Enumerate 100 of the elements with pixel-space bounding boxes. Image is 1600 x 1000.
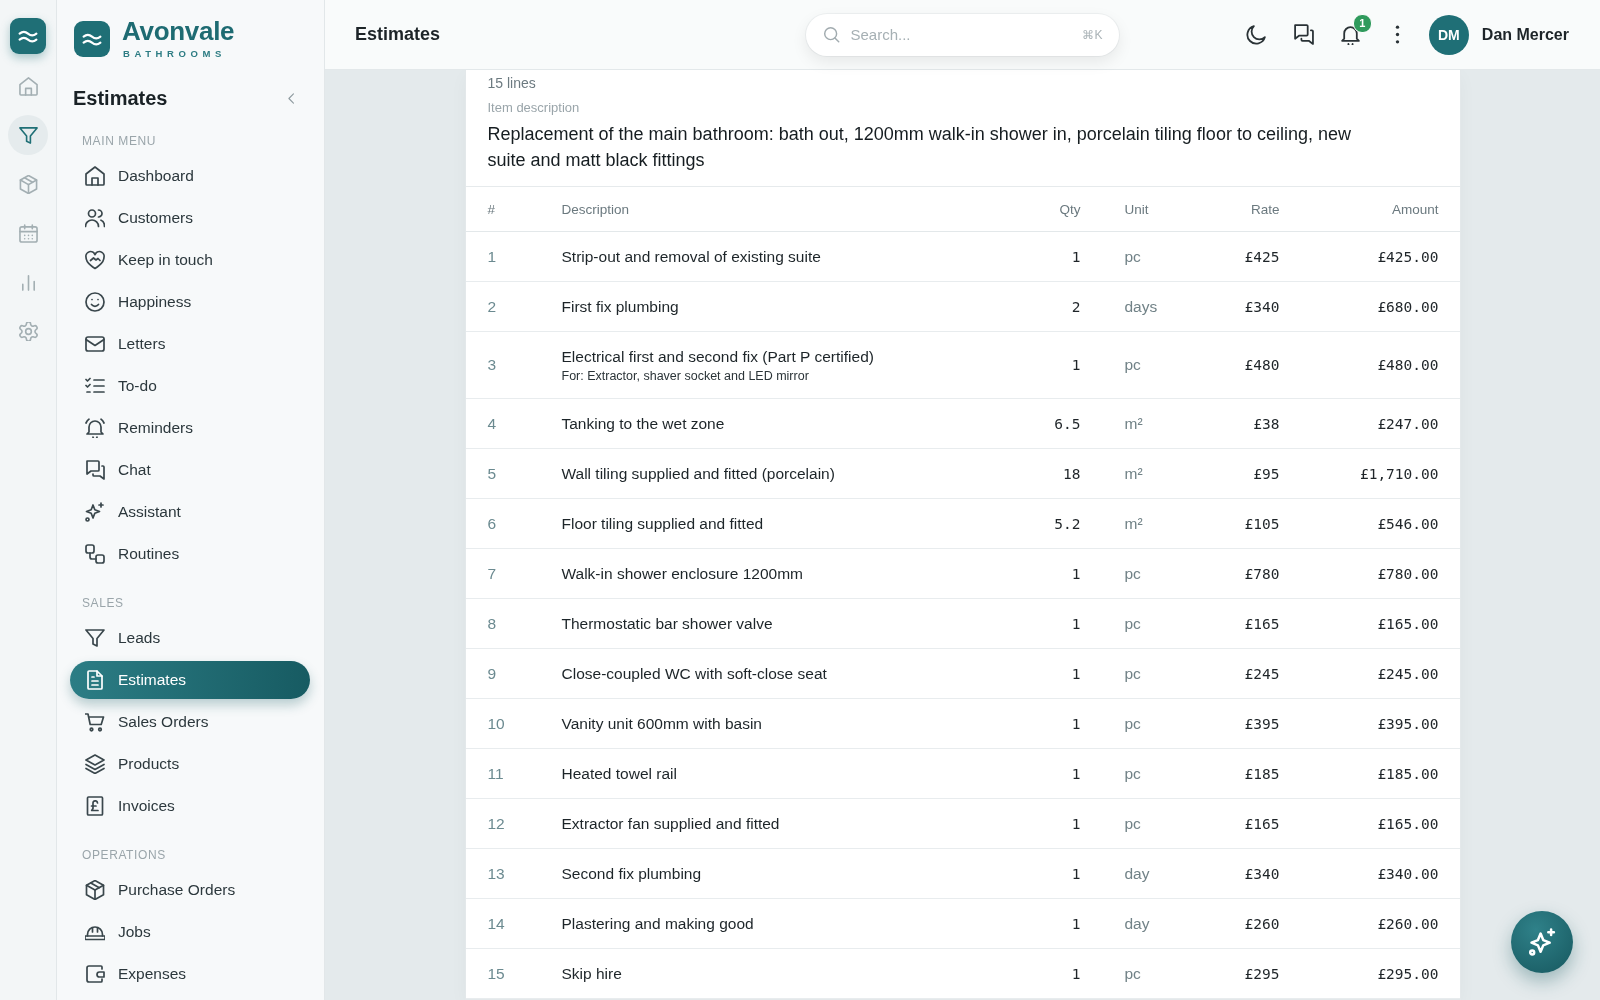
- table-cell-text: 5: [487, 464, 498, 483]
- brand-tagline: BATHROOMS: [122, 48, 227, 60]
- table-cell-text: £247.00: [1376, 415, 1439, 432]
- sidebar-item[interactable]: Assistant: [70, 493, 310, 531]
- table-cell: Tanking to the wet zone: [561, 414, 725, 433]
- table-cell-text: 1: [1070, 915, 1081, 932]
- item-description: Replacement of the main bathroom: bath out, 1200mm walk-in shower in, porcelain tiling floor to ceiling, new suite and matt black fittings: [487, 123, 1352, 172]
- home-icon: [85, 166, 105, 186]
- moon-icon[interactable]: [1245, 24, 1267, 45]
- section-heading: MAIN MENU: [81, 133, 158, 150]
- section-heading: OPERATIONS: [81, 847, 167, 864]
- table-cell: Second fix plumbing: [561, 864, 702, 883]
- table-cell: Floor tiling supplied and fitted: [561, 514, 764, 533]
- table-cell-text: £165.00: [1376, 615, 1439, 632]
- box-icon: [18, 174, 38, 194]
- table-cell-text: pc: [1123, 247, 1142, 266]
- envelope-icon: [85, 334, 105, 354]
- column-header: Qty: [1058, 201, 1081, 217]
- table-cell-text: pc: [1123, 614, 1142, 633]
- table-cell-text: £680.00: [1376, 298, 1439, 315]
- sidebar-item[interactable]: Chat: [70, 451, 310, 489]
- assistant-button[interactable]: [1511, 911, 1573, 973]
- column-header: Rate: [1249, 201, 1280, 217]
- chat-bubbles-icon: [85, 460, 105, 480]
- table-cell-text: £780: [1243, 565, 1280, 582]
- table-cell-text: 5.2: [1053, 515, 1081, 532]
- table-cell-text: 1: [1070, 357, 1081, 373]
- column-header: Description: [561, 201, 631, 217]
- table-cell-text: 1: [487, 247, 498, 266]
- heart-icon: [85, 250, 105, 270]
- column-header: Unit: [1123, 201, 1150, 217]
- layers-icon: [85, 754, 105, 774]
- table-cell: Close-coupled WC with soft-close seat: [561, 664, 827, 683]
- table-cell-text: 13: [487, 864, 506, 883]
- table-cell-text: 10: [487, 714, 506, 733]
- table-cell-text: day: [1123, 864, 1151, 883]
- table-cell: Plastering and making good: [561, 914, 754, 933]
- table-cell: Walk-in shower enclosure 1200mm: [561, 564, 803, 583]
- table-cell-text: m²: [1123, 464, 1144, 483]
- line-count: 15 lines: [487, 74, 537, 92]
- sidebar-item[interactable]: Routines: [70, 535, 310, 573]
- column-header: #: [487, 201, 496, 217]
- table-cell-text: £165: [1243, 815, 1280, 832]
- sidebar-item[interactable]: Expenses: [70, 955, 310, 993]
- table-cell: Strip-out and removal of existing suite: [561, 247, 821, 266]
- table-cell-text: £480: [1243, 357, 1280, 373]
- table-cell-text: £165: [1243, 615, 1280, 632]
- sidebar-item[interactable]: Sales Orders: [70, 703, 310, 741]
- table-cell-text: £395: [1243, 715, 1280, 732]
- sidebar-item[interactable]: Letters: [70, 325, 310, 363]
- table-cell-text: m²: [1123, 514, 1144, 533]
- sidebar-title: Estimates: [73, 86, 168, 111]
- sidebar-item[interactable]: Customers: [70, 199, 310, 237]
- table-cell-text: 1: [1070, 665, 1081, 682]
- table-cell-text: £395.00: [1376, 715, 1439, 732]
- page-title: Estimates: [355, 24, 442, 45]
- sidebar-item[interactable]: Jobs: [70, 913, 310, 951]
- table-cell-text: 1: [1070, 615, 1081, 632]
- sidebar-item[interactable]: Estimates: [70, 661, 310, 699]
- table-cell-text: £546.00: [1376, 515, 1439, 532]
- sidebar-item[interactable]: Products: [70, 745, 310, 783]
- table-cell: Extractor fan supplied and fitted: [561, 814, 780, 833]
- filter-icon: [85, 628, 105, 648]
- table-cell-text: £340: [1243, 298, 1280, 315]
- table-cell-text: £295: [1243, 965, 1280, 982]
- waves-logo-icon[interactable]: [10, 18, 46, 54]
- sidebar-item[interactable]: To-do: [70, 367, 310, 405]
- user-name: Dan Mercer: [1481, 25, 1569, 44]
- sidebar-item[interactable]: Keep in touch: [70, 241, 310, 279]
- table-cell-text: 15: [487, 964, 506, 983]
- sidebar-item[interactable]: Purchase Orders: [70, 871, 310, 909]
- table-cell-text: £260.00: [1376, 915, 1439, 932]
- document-icon: [85, 670, 105, 690]
- sidebar-item[interactable]: Happiness: [70, 283, 310, 321]
- sidebar-item[interactable]: Leads: [70, 619, 310, 657]
- sidebar-item[interactable]: Reminders: [70, 409, 310, 447]
- home-icon: [18, 76, 38, 96]
- filter-nav-button[interactable]: [8, 115, 48, 155]
- table-cell-text: 18: [1062, 465, 1081, 482]
- table-cell-text: days: [1123, 297, 1159, 316]
- table-cell: Skip hire: [561, 964, 622, 983]
- avatar-initials[interactable]: DM: [1428, 14, 1469, 55]
- table-cell-text: pc: [1123, 664, 1142, 683]
- notifications-icon[interactable]: [1339, 24, 1361, 45]
- table-cell-text: £295.00: [1376, 965, 1439, 982]
- users-icon: [85, 208, 105, 228]
- sidebar-item[interactable]: Invoices: [70, 787, 310, 825]
- search-icon: [822, 26, 840, 43]
- connected-squares-icon: [85, 544, 105, 564]
- table-cell-text: 1: [1070, 815, 1081, 832]
- chat-bubbles-icon[interactable]: [1292, 24, 1314, 45]
- cart-icon: [85, 712, 105, 732]
- table-cell-text: £245: [1243, 665, 1280, 682]
- table-cell-text: 1: [1070, 565, 1081, 582]
- table-cell-text: £95: [1252, 465, 1280, 482]
- box-icon: [85, 880, 105, 900]
- sparkles-icon: [85, 502, 105, 522]
- calendar-icon: [18, 223, 38, 243]
- sidebar-item[interactable]: Dashboard: [70, 157, 310, 195]
- table-cell-text: 1: [1070, 965, 1081, 982]
